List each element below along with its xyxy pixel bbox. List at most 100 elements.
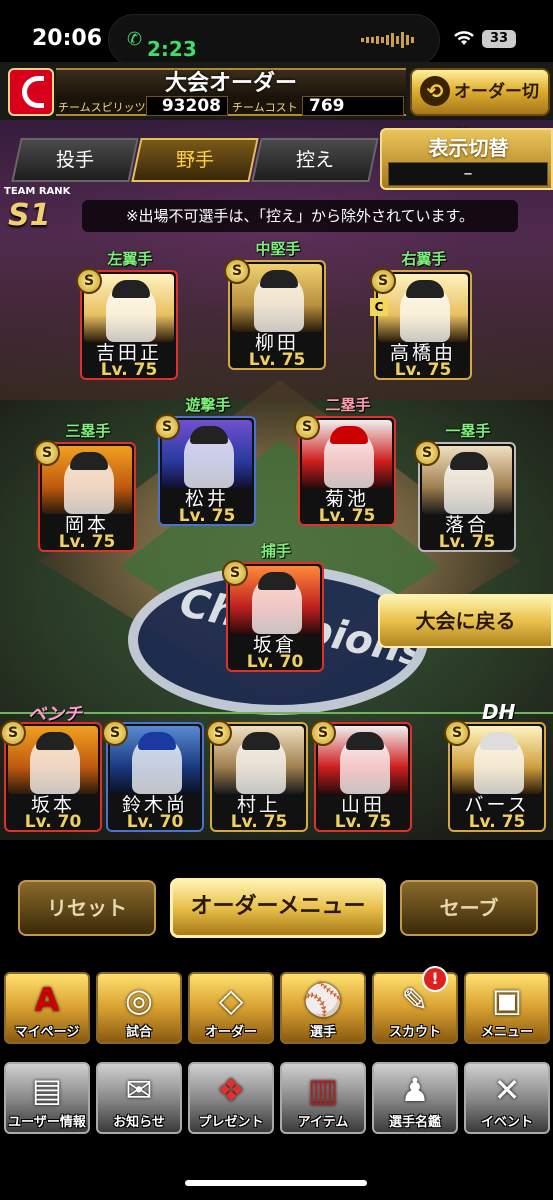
team-cost-value: 769: [302, 96, 404, 116]
tab-pitcher[interactable]: 投手: [11, 138, 139, 182]
position-label-rf: 右翼手: [401, 250, 447, 268]
player-card-3b[interactable]: S 岡本 Lv. 75: [34, 440, 136, 552]
nav-present[interactable]: ❖ プレゼント: [188, 1062, 274, 1134]
team-rank: TEAM RANK S1: [4, 186, 76, 236]
player-level: Lv. 75: [248, 350, 306, 370]
home-indicator[interactable]: [185, 1180, 367, 1186]
nav-order[interactable]: ◇ オーダー: [188, 972, 274, 1044]
player-level: Lv. 75: [230, 812, 288, 832]
rank-s-badge-icon: S: [34, 440, 60, 466]
refresh-icon: ⟲: [420, 76, 450, 106]
team-cost-label: チームコスト: [232, 101, 298, 114]
back-to-tournament-button[interactable]: 大会に戻る: [378, 594, 553, 648]
position-label-c: 捕手: [260, 542, 291, 560]
display-switch-button[interactable]: 表示切替 –: [380, 128, 553, 190]
dh-card[interactable]: S バース Lv. 75: [444, 720, 546, 832]
battery-indicator: 33: [482, 30, 516, 48]
position-label-3b: 三塁手: [65, 422, 111, 440]
rank-s-badge-icon: S: [222, 560, 248, 586]
stadium-icon: ◎: [125, 981, 153, 1019]
player-card-1b[interactable]: S 落合 Lv. 75: [414, 440, 516, 552]
menu-character-icon: ▣: [491, 981, 523, 1019]
reset-button[interactable]: リセット: [18, 880, 156, 936]
event-bat-icon: ✕: [493, 1071, 521, 1109]
nav-player-book[interactable]: ♟ 選手名鑑: [372, 1062, 458, 1134]
nav-label: イベント: [480, 1115, 533, 1130]
player-card-cf[interactable]: S 柳田 Lv. 75: [224, 258, 326, 370]
nav-news[interactable]: ✉ お知らせ: [96, 1062, 182, 1134]
player-level: Lv. 75: [394, 360, 452, 380]
rank-s-badge-icon: S: [294, 414, 320, 440]
player-level: Lv. 70: [24, 812, 82, 832]
bench-card-2[interactable]: S 鈴木尚 Lv. 70: [102, 720, 204, 832]
bench-divider: [0, 712, 553, 714]
item-book-icon: ▥: [307, 1071, 339, 1109]
rank-s-badge-icon: S: [0, 720, 26, 746]
nav-label: お知らせ: [113, 1115, 165, 1130]
team-spirits-label: チームスピリッツ: [58, 101, 146, 114]
title-bar: 大会オーダー: [56, 68, 406, 98]
audio-wave-icon: [361, 32, 414, 48]
rank-s-badge-icon: S: [224, 258, 250, 284]
position-label-cf: 中堅手: [255, 240, 301, 258]
team-logo[interactable]: [8, 68, 54, 116]
player-icon: ⚾: [303, 981, 343, 1019]
player-level: Lv. 70: [246, 652, 304, 672]
rank-s-badge-icon: S: [102, 720, 128, 746]
order-menu-button[interactable]: オーダーメニュー: [170, 878, 386, 938]
nav-label: メニュー: [480, 1025, 533, 1040]
bench-card-3[interactable]: S 村上 Lv. 75: [206, 720, 308, 832]
nav-event[interactable]: ✕ イベント: [464, 1062, 550, 1134]
gift-icon: ❖: [216, 1071, 246, 1109]
player-level: Lv. 75: [58, 532, 116, 552]
player-level: Lv. 75: [334, 812, 392, 832]
player-level: Lv. 75: [318, 506, 376, 526]
nav-label: 選手名鑑: [388, 1115, 441, 1130]
call-timer: 2:23: [147, 37, 197, 61]
order-switch-button[interactable]: ⟲ オーダー切替: [410, 68, 550, 146]
player-level: Lv. 75: [178, 506, 236, 526]
nav-label: アイテム: [297, 1115, 349, 1130]
nav-label: プレゼント: [198, 1115, 264, 1130]
team-spirits-value: 93208: [146, 96, 228, 116]
player-level: Lv. 75: [100, 360, 158, 380]
nav-mypage[interactable]: A マイページ: [4, 972, 90, 1044]
position-label-2b: 二塁手: [325, 396, 371, 414]
team-stats-bar: チームスピリッツ 93208 チームコスト 769: [56, 96, 406, 116]
dh-label: DH: [482, 700, 516, 724]
home-a-icon: A: [34, 981, 60, 1019]
dynamic-island[interactable]: ✆ 2:23: [108, 14, 440, 66]
captain-badge-icon: C: [370, 298, 388, 316]
nav-menu[interactable]: ▣ メニュー: [464, 972, 550, 1044]
display-switch-value: –: [388, 162, 548, 186]
notice-banner: ※出場不可選手は、「控え」から除外されています。: [82, 200, 518, 232]
phone-icon: ✆: [127, 29, 143, 50]
field-icon: ◇: [218, 981, 244, 1019]
bench-card-4[interactable]: S 山田 Lv. 75: [310, 720, 412, 832]
player-card-2b[interactable]: S 菊池 Lv. 75: [294, 414, 396, 526]
nav-label: マイページ: [14, 1025, 80, 1040]
player-card-rf[interactable]: S C 高橋由 Lv. 75: [370, 268, 472, 380]
nav-label: ユーザー情報: [8, 1115, 86, 1130]
nav-label: 選手: [309, 1025, 336, 1040]
nav-user-info[interactable]: ▤ ユーザー情報: [4, 1062, 90, 1134]
tab-reserve[interactable]: 控え: [251, 138, 379, 182]
nav-label: スカウト: [388, 1025, 441, 1040]
player-card-c[interactable]: S 坂倉 Lv. 70: [222, 560, 324, 672]
team-rank-value: S1: [8, 198, 51, 233]
scout-alert-badge: !: [422, 966, 448, 992]
player-card-lf[interactable]: S 吉田正 Lv. 75: [76, 268, 178, 380]
nav-items[interactable]: ▥ アイテム: [280, 1062, 366, 1134]
save-button[interactable]: セーブ: [400, 880, 538, 936]
bench-card-1[interactable]: S 坂本 Lv. 70: [0, 720, 102, 832]
tab-fielder[interactable]: 野手: [131, 138, 259, 182]
player-level: Lv. 75: [438, 532, 496, 552]
user-card-icon: ▤: [31, 1071, 63, 1109]
carp-c-icon: [22, 76, 44, 108]
nav-players[interactable]: ⚾ 選手: [280, 972, 366, 1044]
position-label-lf: 左翼手: [107, 250, 153, 268]
player-card-ss[interactable]: S 松井 Lv. 75: [154, 414, 256, 526]
position-label-1b: 一塁手: [445, 422, 491, 440]
rank-s-badge-icon: S: [414, 440, 440, 466]
nav-match[interactable]: ◎ 試合: [96, 972, 182, 1044]
